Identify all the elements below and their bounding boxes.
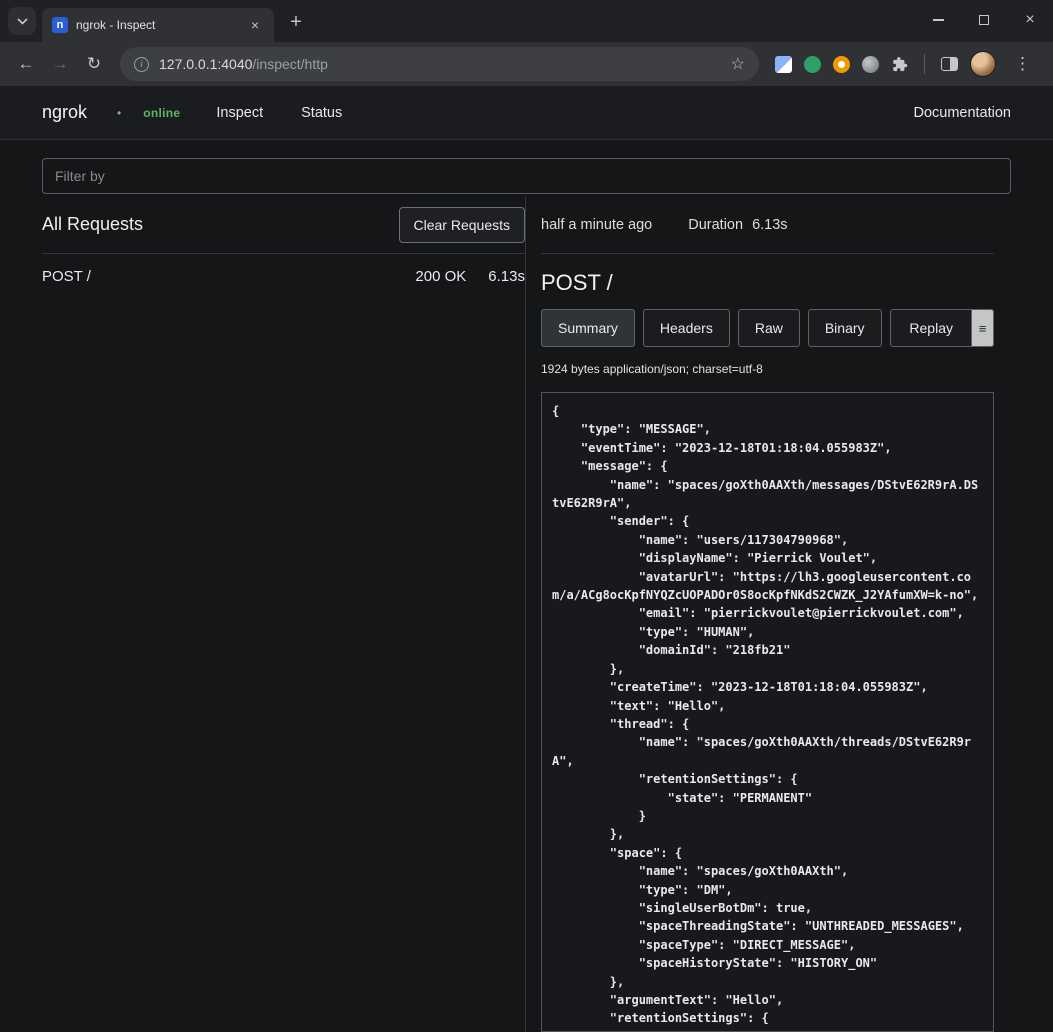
url-path: /inspect/http xyxy=(252,56,328,72)
request-method-path: POST / xyxy=(42,268,91,285)
content-meta: 1924 bytes application/json; charset=utf… xyxy=(541,362,994,376)
minimize-icon xyxy=(933,19,944,21)
tab-title: ngrok - Inspect xyxy=(76,18,238,32)
side-panel-icon[interactable] xyxy=(941,57,958,71)
extensions-area: ⋮ xyxy=(769,51,1043,77)
tab-close-icon[interactable]: × xyxy=(246,16,264,34)
url-host: 127.0.0.1:4040 xyxy=(159,56,252,72)
ngrok-logo[interactable]: ngrok xyxy=(42,102,87,123)
replay-button[interactable]: Replay xyxy=(890,309,972,347)
inspect-content: All Requests Clear Requests POST / 200 O… xyxy=(0,140,1053,1032)
ngrok-page: ngrok • online Inspect Status Documentat… xyxy=(0,86,1053,1032)
back-button[interactable]: ← xyxy=(10,48,42,80)
minimize-button[interactable] xyxy=(915,0,961,40)
bookmark-star-icon[interactable]: ☆ xyxy=(731,54,745,74)
detail-panel: half a minute ago Duration 6.13s POST / … xyxy=(526,196,1011,1032)
app-header: ngrok • online Inspect Status Documentat… xyxy=(0,86,1053,140)
toolbar-divider xyxy=(924,54,925,74)
ngrok-favicon: n xyxy=(52,17,68,33)
requests-panel-header: All Requests Clear Requests xyxy=(42,196,525,254)
close-button[interactable]: × xyxy=(1007,0,1053,40)
tab-search-button[interactable] xyxy=(8,7,36,35)
request-result: 200 OK 6.13s xyxy=(415,268,525,285)
extension-icon-orange[interactable] xyxy=(833,56,850,73)
tab-summary[interactable]: Summary xyxy=(541,309,635,347)
address-bar[interactable]: i 127.0.0.1:4040/inspect/http ☆ xyxy=(120,47,759,81)
duration-group: Duration 6.13s xyxy=(688,217,787,233)
url-text: 127.0.0.1:4040/inspect/http xyxy=(159,56,328,72)
side-panel-fill xyxy=(950,58,957,70)
request-row[interactable]: POST / 200 OK 6.13s xyxy=(42,254,525,298)
requests-title: All Requests xyxy=(42,214,143,235)
time-ago: half a minute ago xyxy=(541,217,652,233)
browser-toolbar: ← → ↻ i 127.0.0.1:4040/inspect/http ☆ ⋮ xyxy=(0,42,1053,86)
detail-header: half a minute ago Duration 6.13s xyxy=(541,196,994,254)
tab-raw[interactable]: Raw xyxy=(738,309,800,347)
browser-tab[interactable]: n ngrok - Inspect × xyxy=(42,8,274,42)
tab-headers[interactable]: Headers xyxy=(643,309,730,347)
tab-binary[interactable]: Binary xyxy=(808,309,882,347)
status-dot-icon: • xyxy=(117,106,121,120)
duration-value: 6.13s xyxy=(752,217,787,233)
nav-documentation[interactable]: Documentation xyxy=(913,105,1011,121)
request-status: 200 OK xyxy=(415,268,466,285)
forward-button[interactable]: → xyxy=(44,48,76,80)
requests-panel: All Requests Clear Requests POST / 200 O… xyxy=(42,196,525,1032)
clear-requests-button[interactable]: Clear Requests xyxy=(399,207,526,243)
site-info-icon[interactable]: i xyxy=(134,57,149,72)
detail-title: POST / xyxy=(541,270,994,296)
filter-input[interactable] xyxy=(42,158,1011,194)
status-badge: online xyxy=(143,106,180,120)
response-body-box[interactable]: { "type": "MESSAGE", "eventTime": "2023-… xyxy=(541,392,994,1032)
chevron-down-icon xyxy=(17,18,28,25)
detail-tabs: Summary Headers Raw Binary Replay ≡ xyxy=(541,309,994,347)
main-columns: All Requests Clear Requests POST / 200 O… xyxy=(42,196,1011,1032)
extension-icon-blue[interactable] xyxy=(775,56,792,73)
nav-status[interactable]: Status xyxy=(301,105,342,121)
replay-menu-icon[interactable]: ≡ xyxy=(972,309,994,347)
nav-inspect[interactable]: Inspect xyxy=(216,105,263,121)
browser-window: n ngrok - Inspect × + × ← → ↻ i 127.0.0.… xyxy=(0,0,1053,1032)
extension-icon-green[interactable] xyxy=(804,56,821,73)
tab-strip: n ngrok - Inspect × + × xyxy=(0,0,1053,42)
maximize-icon xyxy=(979,15,989,25)
request-duration: 6.13s xyxy=(488,268,525,285)
maximize-button[interactable] xyxy=(961,0,1007,40)
duration-label: Duration xyxy=(688,217,743,233)
reload-button[interactable]: ↻ xyxy=(78,48,110,80)
kebab-menu-icon[interactable]: ⋮ xyxy=(1008,54,1037,74)
window-controls: × xyxy=(915,0,1053,40)
extensions-puzzle-icon[interactable] xyxy=(891,56,908,73)
new-tab-button[interactable]: + xyxy=(282,8,310,36)
app-nav: Inspect Status xyxy=(216,105,342,121)
replay-group: Replay ≡ xyxy=(890,309,994,347)
response-body-json: { "type": "MESSAGE", "eventTime": "2023-… xyxy=(552,402,983,1028)
profile-avatar[interactable] xyxy=(970,51,996,77)
extension-icon-gray[interactable] xyxy=(862,56,879,73)
